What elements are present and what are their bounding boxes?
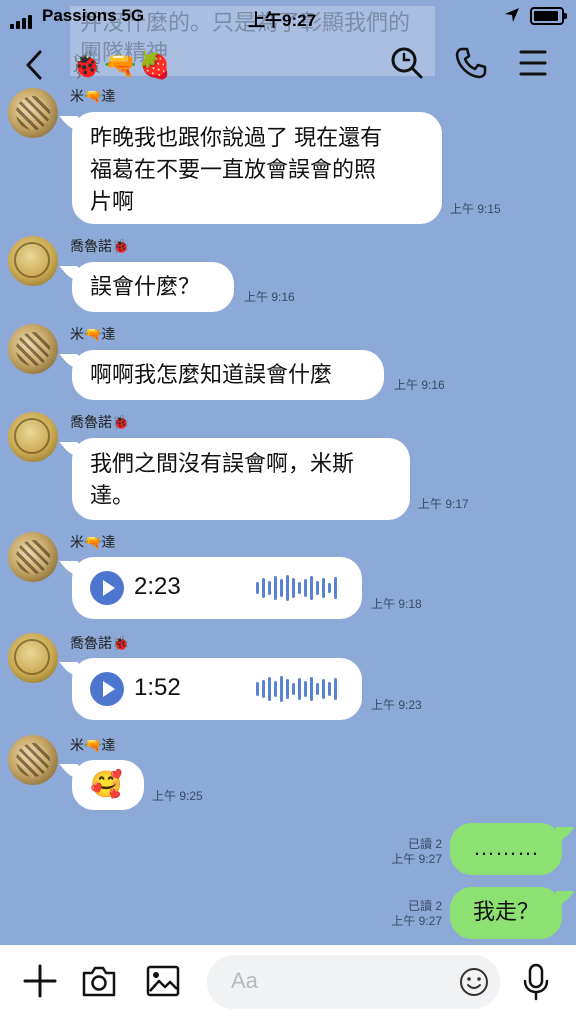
read-status: 已讀 2 — [407, 837, 442, 851]
message-text: 🥰 — [90, 769, 123, 799]
sender-name: 喬魯諾🐞 — [70, 238, 130, 254]
read-receipt: 已讀 2 上午 9:27 — [370, 837, 442, 867]
message-text: 福葛在不要一直放會誤會的照 — [90, 157, 377, 182]
message-text: 誤會什麼？ — [90, 274, 201, 299]
voice-message-bubble[interactable]: 1:52 — [72, 658, 362, 720]
chat-background: 并沒什麼的。只是為了彰顯我們的團隊精神 米🔫達 昨晚我也跟你說過了 現在還有 福… — [0, 0, 576, 945]
sender-name: 米🔫達 — [70, 534, 116, 550]
back-chevron-icon[interactable] — [20, 48, 48, 82]
read-status: 已讀 2 — [407, 899, 442, 913]
avatar[interactable] — [8, 633, 58, 683]
camera-icon[interactable] — [80, 963, 118, 999]
avatar[interactable] — [8, 236, 58, 286]
message-bubble[interactable]: 🥰 — [72, 760, 144, 810]
avatar[interactable] — [8, 735, 58, 785]
message-time: 上午 9:15 — [450, 202, 501, 216]
message-time: 上午 9:25 — [152, 789, 203, 803]
chat-header: 🐞🔫🍓 — [0, 40, 576, 94]
location-arrow-icon — [505, 8, 519, 22]
my-message-bubble[interactable]: ……… — [450, 823, 562, 875]
avatar[interactable] — [8, 412, 58, 462]
message-input-bar: Aa — [0, 945, 576, 1024]
message-text: 我走？ — [472, 899, 539, 924]
my-message-bubble[interactable]: 我走？ — [450, 887, 562, 939]
phone-icon[interactable] — [454, 46, 488, 80]
read-receipt: 已讀 2 上午 9:27 — [370, 899, 442, 929]
signal-icon — [10, 9, 34, 29]
message-time: 上午 9:17 — [418, 497, 469, 511]
chat-title: 🐞🔫🍓 — [70, 50, 174, 80]
carrier-label: Passions 5G — [42, 6, 145, 25]
avatar[interactable] — [8, 324, 58, 374]
sender-name: 喬魯諾🐞 — [70, 414, 130, 430]
message-bubble[interactable]: 我們之間沒有誤會啊，米斯 達。 — [72, 438, 410, 520]
status-time: 上午9:27 — [248, 11, 317, 30]
message-text: 片啊 — [90, 189, 135, 214]
waveform-icon — [256, 575, 337, 601]
status-bar: Passions 5G 上午9:27 — [0, 0, 576, 34]
message-text: 昨晚我也跟你說過了 現在還有 — [90, 125, 383, 150]
input-placeholder: Aa — [231, 968, 258, 993]
emoji-icon[interactable] — [459, 967, 489, 997]
message-bubble[interactable]: 誤會什麼？ — [72, 262, 234, 312]
sender-name: 米🔫達 — [70, 326, 116, 342]
voice-duration: 1:52 — [134, 674, 181, 701]
message-time: 上午 9:18 — [371, 597, 422, 611]
message-text: 我們之間沒有誤會啊，米斯 — [90, 451, 355, 476]
message-time: 上午 9:27 — [391, 852, 442, 866]
plus-icon[interactable] — [22, 963, 58, 999]
image-icon[interactable] — [145, 963, 181, 999]
message-text: 達。 — [90, 483, 135, 508]
play-button[interactable] — [90, 571, 124, 605]
play-button[interactable] — [90, 672, 124, 706]
voice-duration: 2:23 — [134, 573, 181, 600]
message-bubble[interactable]: 啊啊我怎麼知道誤會什麼 — [72, 350, 384, 400]
sender-name: 喬魯諾🐞 — [70, 635, 130, 651]
avatar[interactable] — [8, 532, 58, 582]
sender-name: 米🔫達 — [70, 737, 116, 753]
battery-icon — [530, 7, 567, 25]
search-icon[interactable] — [390, 46, 424, 80]
waveform-icon — [256, 676, 337, 702]
message-input[interactable]: Aa — [207, 955, 500, 1009]
message-text: 啊啊我怎麼知道誤會什麼 — [90, 362, 333, 387]
avatar[interactable] — [8, 88, 58, 138]
microphone-icon[interactable] — [522, 963, 550, 1001]
voice-message-bubble[interactable]: 2:23 — [72, 557, 362, 619]
menu-icon[interactable] — [518, 46, 548, 80]
message-bubble[interactable]: 昨晚我也跟你說過了 現在還有 福葛在不要一直放會誤會的照 片啊 — [72, 112, 442, 224]
message-time: 上午 9:16 — [244, 290, 295, 304]
message-time: 上午 9:16 — [394, 378, 445, 392]
message-text: ……… — [473, 835, 539, 860]
message-time: 上午 9:27 — [391, 914, 442, 928]
message-time: 上午 9:23 — [371, 698, 422, 712]
